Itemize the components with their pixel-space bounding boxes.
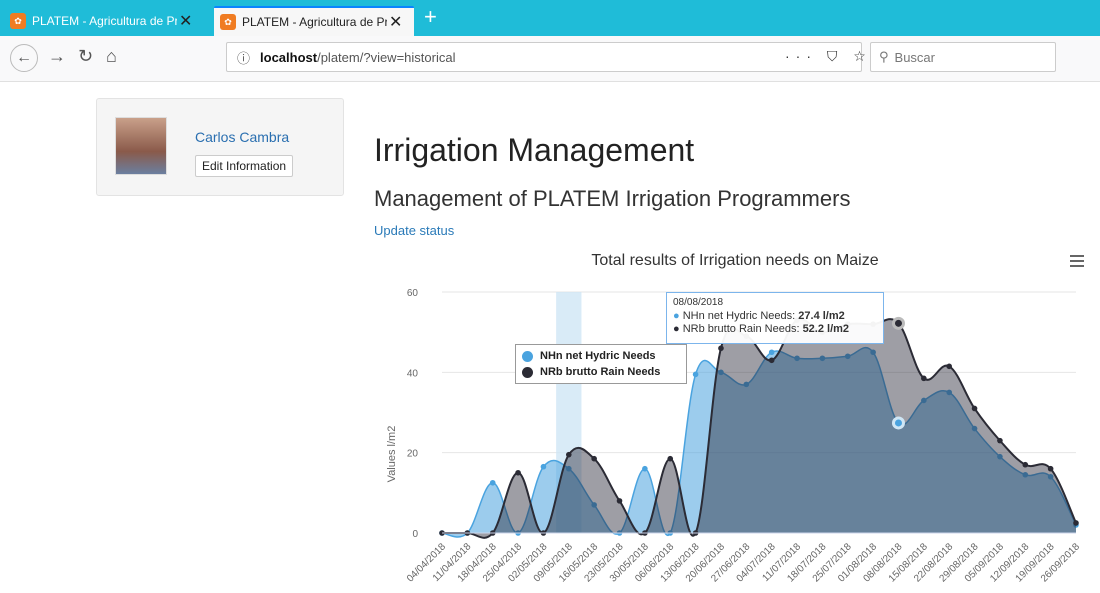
legend-label: NRb brutto Rain Needs — [540, 366, 661, 378]
data-point[interactable] — [718, 345, 724, 352]
hover-marker-net — [891, 416, 905, 430]
data-point[interactable] — [515, 469, 521, 476]
avatar — [115, 117, 167, 175]
close-tab-icon[interactable]: ✕ — [389, 12, 402, 32]
search-icon: ⚲ — [879, 49, 889, 64]
tooltip-row-net: ● NHn net Hydric Needs: 27.4 l/m2 — [673, 310, 845, 322]
legend-dot-net — [522, 350, 533, 362]
data-point[interactable] — [768, 349, 775, 356]
page-subtitle: Management of PLATEM Irrigation Programm… — [374, 186, 851, 211]
new-tab-icon[interactable]: + — [424, 4, 437, 30]
chart-title: Total results of Irrigation needs on Mai… — [591, 252, 878, 269]
page-actions-menu-icon[interactable]: ··· — [785, 48, 817, 64]
site-info-icon[interactable]: ⓘ — [237, 48, 250, 67]
chart-menu-icon[interactable] — [1070, 255, 1084, 270]
tab-title: PLATEM - Agricultura de Precisi — [242, 15, 387, 29]
data-point[interactable] — [642, 465, 648, 472]
page-actions: ··· ⛉ ☆ — [785, 48, 872, 65]
data-point[interactable] — [921, 375, 927, 382]
close-tab-icon[interactable]: ✕ — [179, 11, 192, 31]
url-host: localhost — [260, 49, 318, 65]
profile-name-link[interactable]: Carlos Cambra — [195, 129, 289, 145]
page-title: Irrigation Management — [374, 132, 695, 168]
site-favicon-icon: ✿ — [10, 13, 26, 29]
legend-label: NHn net Hydric Needs — [540, 350, 656, 362]
url-bar[interactable]: ⓘ localhost/platem/?view=historical — [226, 42, 862, 72]
data-point[interactable] — [692, 371, 699, 378]
y-tick-label: 20 — [407, 449, 419, 460]
y-tick-label: 40 — [407, 368, 419, 379]
data-point[interactable] — [1022, 461, 1029, 468]
search-placeholder: Buscar — [894, 49, 935, 65]
data-point[interactable] — [768, 357, 775, 364]
search-input[interactable]: ⚲ Buscar — [870, 42, 1056, 72]
update-status-link[interactable]: Update status — [374, 223, 454, 238]
data-point[interactable] — [616, 498, 623, 504]
data-point[interactable] — [540, 463, 547, 470]
hover-marker-brutto — [891, 316, 905, 330]
tooltip-date: 08/08/2018 — [673, 297, 724, 308]
tab-title: PLATEM - Agricultura de Precisi — [32, 14, 177, 28]
chart-legend: NHn net Hydric Needs NRb brutto Rain Nee… — [515, 344, 687, 384]
pocket-icon[interactable]: ⛉ — [827, 48, 844, 64]
chart-tooltip: 08/08/2018 ● NHn net Hydric Needs: 27.4 … — [666, 292, 884, 344]
legend-item-brutto[interactable]: NRb brutto Rain Needs — [522, 364, 680, 380]
tooltip-row-brutto: ● NRb brutto Rain Needs: 52.2 l/m2 — [673, 323, 850, 335]
site-favicon-icon: ✿ — [220, 14, 236, 30]
profile-panel: Carlos Cambra Edit Information — [96, 98, 344, 196]
browser-tab-1[interactable]: ✿ PLATEM - Agricultura de Precisi ✕ — [4, 6, 212, 36]
browser-toolbar: ← → ↻ ⌂ ⓘ localhost/platem/?view=histori… — [0, 36, 1100, 82]
y-tick-label: 0 — [412, 529, 418, 540]
reload-icon[interactable]: ↻ — [78, 46, 93, 67]
x-axis-labels: 04/04/201811/04/201818/04/201825/04/2018… — [405, 541, 1082, 584]
data-point[interactable] — [591, 455, 597, 462]
legend-dot-brutto — [522, 366, 533, 378]
tooltip-label: NRb brutto Rain Needs: — [682, 323, 800, 335]
back-icon[interactable]: ← — [10, 44, 38, 72]
data-point[interactable] — [971, 405, 978, 412]
tooltip-value: 52.2 l/m2 — [802, 323, 850, 335]
data-point[interactable] — [1047, 465, 1054, 472]
data-point[interactable] — [566, 451, 572, 458]
tooltip-value: 27.4 l/m2 — [798, 310, 845, 322]
data-point[interactable] — [667, 455, 674, 462]
forward-icon[interactable]: → — [48, 46, 66, 67]
tooltip-label: NHn net Hydric Needs: — [682, 310, 796, 322]
y-axis-label: Values l/m2 — [386, 426, 398, 483]
data-point[interactable] — [946, 363, 952, 370]
legend-item-net[interactable]: NHn net Hydric Needs — [522, 348, 680, 364]
data-point[interactable] — [997, 437, 1003, 444]
url-path: /platem/?view=historical — [317, 49, 456, 65]
edit-information-button[interactable]: Edit Information — [195, 155, 294, 177]
y-tick-label: 60 — [407, 288, 419, 299]
data-point[interactable] — [489, 479, 496, 486]
browser-tabbar: ✿ PLATEM - Agricultura de Precisi ✕ ✿ PL… — [0, 0, 1100, 36]
browser-tab-2[interactable]: ✿ PLATEM - Agricultura de Precisi ✕ — [214, 6, 414, 36]
data-point[interactable] — [1073, 520, 1079, 526]
home-icon[interactable]: ⌂ — [106, 46, 117, 67]
